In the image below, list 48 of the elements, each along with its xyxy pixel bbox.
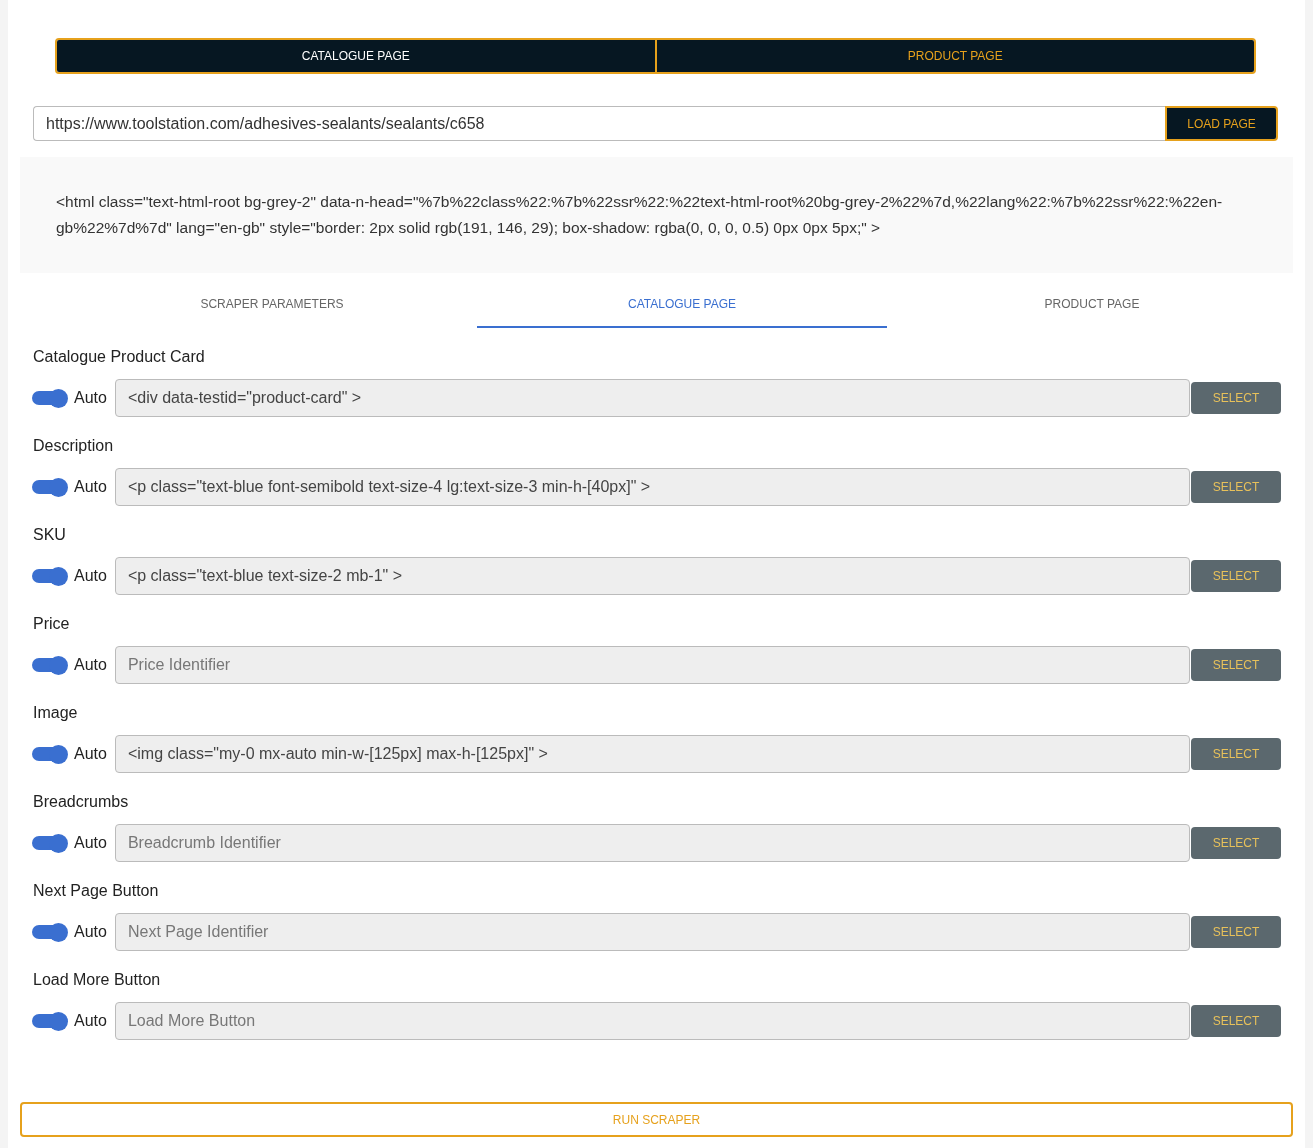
toggle-label: Auto	[74, 744, 107, 764]
toggle-switch[interactable]	[32, 567, 68, 585]
select-button[interactable]: SELECT	[1191, 471, 1281, 503]
selector-input-field[interactable]: <p class="text-blue text-size-2 mb-1" >	[114, 557, 1190, 595]
toggle-label: Auto	[74, 477, 107, 497]
field-label: Image	[33, 703, 79, 723]
field-label: SKU	[33, 525, 67, 545]
tab[interactable]: CATALOGUE PAGE	[477, 281, 887, 328]
field-label: Breadcrumbs	[33, 792, 130, 812]
toggle-switch[interactable]	[32, 478, 68, 496]
toggle-switch[interactable]	[32, 389, 68, 407]
selector-input-field[interactable]: Load More Button	[114, 1002, 1190, 1040]
toggle-label: Auto	[74, 655, 107, 675]
field-label: Catalogue Product Card	[33, 347, 206, 367]
selector-input-field[interactable]: Price Identifier	[114, 646, 1190, 684]
toggle-switch[interactable]	[32, 834, 68, 852]
field-label: Next Page Button	[33, 881, 160, 901]
select-button[interactable]: SELECT	[1191, 738, 1281, 770]
toggle-label: Auto	[74, 388, 107, 408]
toggle-switch[interactable]	[32, 745, 68, 763]
field-label: Price	[33, 614, 71, 634]
url-input-field[interactable]: https://www.toolstation.com/adhesives-sealants/sealants/c658	[33, 106, 1165, 141]
selector-input-field[interactable]: <div data-testid="product-card" >	[114, 379, 1190, 417]
select-button[interactable]: SELECT	[1191, 1005, 1281, 1037]
tab[interactable]: SCRAPER PARAMETERS	[67, 281, 477, 328]
toggle-label: Auto	[74, 833, 107, 853]
html-preview-text: <html class="text-html-root bg-grey-2" data-n-head="%7b%22class%22:%7b%22ssr%22:%22text-html-root%20bg-grey-2%22%7d,%22lang%22:%7b%22ssr%22:%22en-gb%22%7d%7d" lang="en-gb" style="border: 2px solid rgb(191, 146, 29); box-shadow: rgba(0, 0, 0, 0.5) 0px 0px 5px;" >	[56, 192, 1224, 238]
select-button[interactable]: SELECT	[1191, 560, 1281, 592]
toggle-switch[interactable]	[32, 656, 68, 674]
select-button[interactable]: SELECT	[1191, 827, 1281, 859]
toggle-switch[interactable]	[32, 1012, 68, 1030]
select-button[interactable]: SELECT	[1191, 916, 1281, 948]
field-label: Load More Button	[33, 970, 162, 990]
selector-input-field[interactable]: <img class="my-0 mx-auto min-w-[125px] max-h-[125px]" >	[114, 735, 1190, 773]
selector-input-field[interactable]: <p class="text-blue font-semibold text-size-4 lg:text-size-3 min-h-[40px]" >	[114, 468, 1190, 506]
field-label: Description	[33, 436, 115, 456]
tab[interactable]: PRODUCT PAGE	[887, 281, 1297, 328]
select-button[interactable]: SELECT	[1191, 649, 1281, 681]
toggle-label: Auto	[74, 1011, 107, 1031]
toggle-label: Auto	[74, 922, 107, 942]
selector-input-field[interactable]: Breadcrumb Identifier	[114, 824, 1190, 862]
toggle-switch[interactable]	[32, 923, 68, 941]
mode-toggle-button[interactable]: PRODUCT PAGE	[654, 40, 1254, 72]
select-button[interactable]: SELECT	[1191, 382, 1281, 414]
toggle-label: Auto	[74, 566, 107, 586]
selector-input-field[interactable]: Next Page Identifier	[114, 913, 1190, 951]
load-page-button[interactable]: LOAD PAGE	[1165, 106, 1278, 141]
mode-toggle-button[interactable]: CATALOGUE PAGE	[57, 40, 655, 72]
